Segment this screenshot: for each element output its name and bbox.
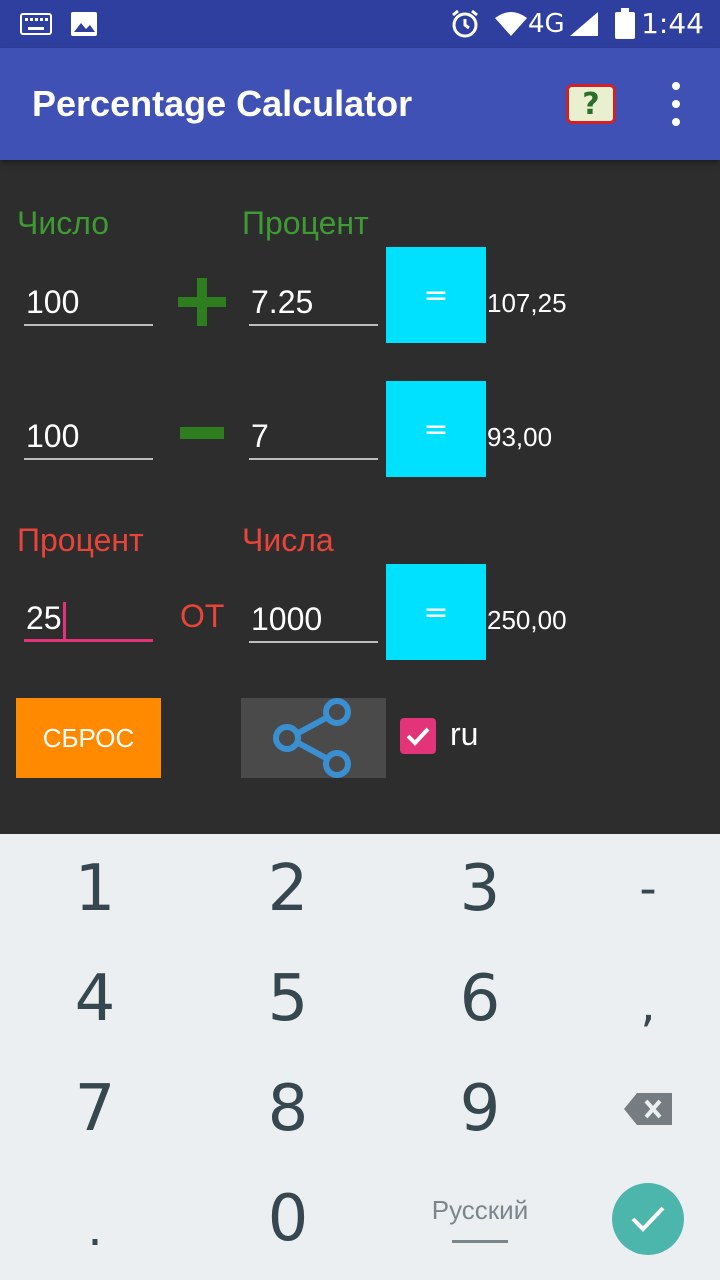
subtract-result: 93,00 [487,422,553,452]
overflow-menu-icon[interactable] [660,82,692,126]
numeric-keyboard: 1 2 3 - 4 5 6 , 7 8 9 . 0 Русский [0,834,720,1280]
plus-icon [176,276,228,328]
subtract-equals-button[interactable]: = [386,381,486,477]
share-button[interactable] [241,698,386,778]
app-bar: Percentage Calculator ? [0,48,720,160]
enter-key[interactable] [558,1164,720,1274]
key-2[interactable]: 2 [198,834,378,944]
status-time: 1:44 [641,7,704,40]
text-cursor [62,601,66,640]
check-icon [406,727,430,746]
key-comma[interactable]: , [558,950,720,1060]
subtract-number-input[interactable]: 100 [24,412,153,460]
of-connector: ОТ [180,598,225,634]
network-type: 4G [528,9,565,39]
key-5[interactable]: 5 [198,944,378,1054]
alarm-icon [450,0,480,48]
image-icon [70,0,98,48]
key-period[interactable]: . [5,1174,185,1280]
percent-label: Процент [242,205,369,241]
language-checkbox[interactable] [400,718,436,754]
of-number-input[interactable]: 1000 [249,595,378,643]
language-checkbox-label: ru [450,716,479,752]
key-0[interactable]: 0 [198,1164,378,1274]
key-1[interactable]: 1 [5,834,185,944]
numbers-label: Числа [242,522,334,558]
status-bar: 4G 1:44 [0,0,720,48]
add-result: 107,25 [487,288,567,318]
add-number-input[interactable]: 100 [24,278,153,326]
key-8[interactable]: 8 [198,1054,378,1164]
subtract-percent-input[interactable]: 7 [249,412,378,460]
help-icon: ? [582,86,600,122]
language-key[interactable]: Русский [390,1164,570,1274]
key-6[interactable]: 6 [390,944,570,1054]
battery-icon [614,0,636,48]
backspace-key[interactable] [558,1054,720,1164]
of-result: 250,00 [487,605,567,635]
key-minus[interactable]: - [558,834,720,944]
checkmark-icon [631,1206,665,1232]
percent-of-label: Процент [17,522,144,558]
backspace-icon [624,1093,672,1125]
add-percent-input[interactable]: 7.25 [249,278,378,326]
wifi-icon [494,0,528,48]
key-3[interactable]: 3 [390,834,570,944]
minus-icon [180,427,224,439]
key-7[interactable]: 7 [5,1054,185,1164]
keyboard-icon [20,0,52,48]
share-icon [272,698,351,778]
number-label: Число [17,205,110,241]
language-key-label: Русский [431,1195,529,1225]
of-percent-input[interactable]: 25 [24,594,153,642]
key-9[interactable]: 9 [390,1054,570,1164]
signal-icon [568,0,600,48]
add-equals-button[interactable]: = [386,247,486,343]
reset-button[interactable]: СБРОС [16,698,161,778]
of-percent-value: 25 [26,600,62,636]
app-title: Percentage Calculator [32,83,413,124]
key-4[interactable]: 4 [5,944,185,1054]
of-equals-button[interactable]: = [386,564,486,660]
help-button[interactable]: ? [566,84,616,124]
